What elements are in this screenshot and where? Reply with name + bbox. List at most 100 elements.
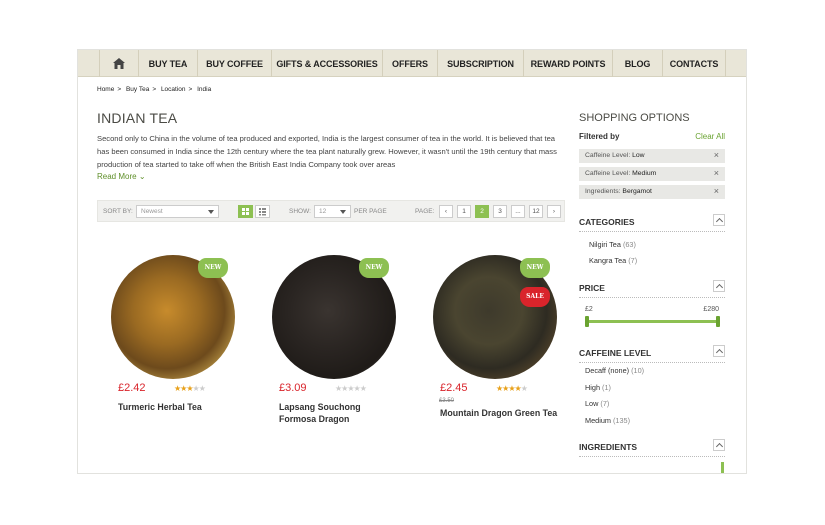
read-more-label: Read More [97, 172, 137, 181]
breadcrumb-location[interactable]: Location [161, 86, 186, 93]
list-icon [259, 208, 266, 216]
rating-stars: ★★★★★ [496, 384, 528, 393]
breadcrumb-buy-tea[interactable]: Buy Tea [126, 86, 149, 93]
chevron-right-icon: › [552, 208, 556, 215]
chevron-up-icon[interactable] [713, 280, 725, 292]
product-toolbar: SORT BY: Newest SHOW: 12 PER PAGE PAGE: … [97, 200, 565, 222]
section-title: INGREDIENTS [579, 442, 638, 452]
close-icon[interactable]: × [714, 150, 719, 160]
option-name: High [585, 383, 601, 392]
price-slider-track [587, 320, 719, 323]
nav-reward-points[interactable]: REWARD POINTS [524, 50, 613, 77]
sort-label: SORT BY: [103, 208, 133, 215]
per-page-value: 12 [319, 208, 327, 215]
close-icon[interactable]: × [714, 168, 719, 178]
list-view-button[interactable] [255, 205, 270, 218]
chevron-up-icon[interactable] [713, 214, 725, 226]
close-icon[interactable]: × [714, 186, 719, 196]
nav-home[interactable] [99, 50, 139, 77]
caffeine-option[interactable]: High (1) [585, 383, 611, 392]
read-more-link[interactable]: Read More ⌄ [97, 172, 146, 181]
option-name: Nilgiri Tea [589, 240, 621, 249]
breadcrumb-separator: > [117, 86, 122, 93]
rating-stars: ★★★★★ [174, 384, 206, 393]
sale-badge: SALE [520, 287, 550, 307]
section-title: CATEGORIES [579, 217, 635, 227]
price-header[interactable]: PRICE [579, 280, 725, 298]
page-label: PAGE: [415, 208, 435, 215]
filtered-by-label: Filtered by [579, 132, 620, 141]
breadcrumb-current: India [197, 86, 212, 93]
product-name[interactable]: Mountain Dragon Green Tea [440, 407, 560, 419]
breadcrumb-separator: > [188, 86, 193, 93]
chevron-left-icon: ‹ [444, 208, 448, 215]
ingredients-header[interactable]: INGREDIENTS [579, 439, 725, 457]
chevron-up-icon[interactable] [713, 345, 725, 357]
sidebar-title: SHOPPING OPTIONS [579, 112, 690, 124]
home-icon [113, 58, 125, 69]
price-min: £2 [585, 306, 593, 313]
product-name[interactable]: Lapsang Souchong Formosa Dragon [279, 401, 399, 425]
rating-stars: ★★★★★ [335, 384, 367, 393]
filter-chip: Ingredients: Bergamot × [579, 185, 725, 199]
price-slider-min-handle[interactable] [585, 316, 589, 327]
category-option[interactable]: Kangra Tea (7) [589, 256, 637, 265]
breadcrumb: Home > Buy Tea > Location > India [97, 86, 214, 93]
option-name: Decaff (none) [585, 366, 630, 375]
next-page-button[interactable]: › [547, 205, 561, 218]
sort-select-value: Newest [141, 208, 163, 215]
filter-label: Ingredients: [585, 188, 621, 195]
per-page-label: PER PAGE [354, 208, 387, 215]
sort-select[interactable]: Newest [136, 205, 219, 218]
prev-page-button[interactable]: ‹ [439, 205, 453, 218]
page-ellipsis: ... [511, 205, 525, 218]
product-card: NEW £2.42 ★★★★★ Turmeric Herbal Tea ♥ ✔ … [101, 250, 246, 465]
product-price: £2.45 [440, 382, 468, 394]
chevron-up-icon[interactable] [713, 439, 725, 451]
nav-contacts[interactable]: CONTACTS [663, 50, 726, 77]
filter-value: Bergamot [622, 188, 652, 195]
caffeine-option[interactable]: Decaff (none) (10) [585, 366, 644, 375]
option-name: Low [585, 399, 599, 408]
nav-subscription[interactable]: SUBSCRIPTION [438, 50, 524, 77]
caffeine-option[interactable]: Medium (135) [585, 416, 630, 425]
nav-gifts-accessories[interactable]: GIFTS & ACCESSORIES [272, 50, 383, 77]
nav-blog[interactable]: BLOG [613, 50, 663, 77]
chevron-down-icon [340, 210, 346, 214]
new-badge: NEW [520, 258, 550, 278]
option-name: Kangra Tea [589, 256, 627, 265]
category-option[interactable]: Nilgiri Tea (63) [589, 240, 636, 249]
clear-all-link[interactable]: Clear All [695, 132, 725, 141]
per-page-select[interactable]: 12 [314, 205, 351, 218]
chevron-down-icon: ⌄ [138, 172, 146, 181]
caffeine-header[interactable]: CAFFEINE LEVEL [579, 345, 725, 363]
page-1[interactable]: 1 [457, 205, 471, 218]
product-name[interactable]: Turmeric Herbal Tea [118, 401, 238, 413]
nav-buy-coffee[interactable]: BUY COFFEE [198, 50, 272, 77]
categories-header[interactable]: CATEGORIES [579, 214, 725, 232]
nav-buy-tea[interactable]: BUY TEA [139, 50, 198, 77]
scrollbar[interactable] [721, 462, 724, 473]
old-price: £3.50 [439, 398, 455, 404]
price-slider-max-handle[interactable] [716, 316, 720, 327]
breadcrumb-home[interactable]: Home [97, 86, 114, 93]
page-3[interactable]: 3 [493, 205, 507, 218]
nav-offers[interactable]: OFFERS [383, 50, 438, 77]
new-badge: NEW [198, 258, 228, 278]
product-price: £3.09 [279, 382, 307, 394]
filter-value: Low [632, 152, 645, 159]
page-2[interactable]: 2 [475, 205, 489, 218]
new-badge: NEW [359, 258, 389, 278]
caffeine-option[interactable]: Low (7) [585, 399, 609, 408]
page-12[interactable]: 12 [529, 205, 543, 218]
filter-chip: Caffeine Level: Low × [579, 149, 725, 163]
product-card: NEW £3.09 ★★★★★ Lapsang Souchong Formosa… [262, 250, 407, 465]
main-nav: BUY TEA BUY COFFEE GIFTS & ACCESSORIES O… [78, 50, 746, 77]
page-frame: BUY TEA BUY COFFEE GIFTS & ACCESSORIES O… [77, 49, 747, 474]
breadcrumb-separator: > [152, 86, 157, 93]
product-price: £2.42 [118, 382, 146, 394]
grid-view-button[interactable] [238, 205, 253, 218]
section-title: CAFFEINE LEVEL [579, 348, 652, 358]
option-count: (1) [602, 383, 611, 392]
option-count: (10) [631, 366, 645, 375]
